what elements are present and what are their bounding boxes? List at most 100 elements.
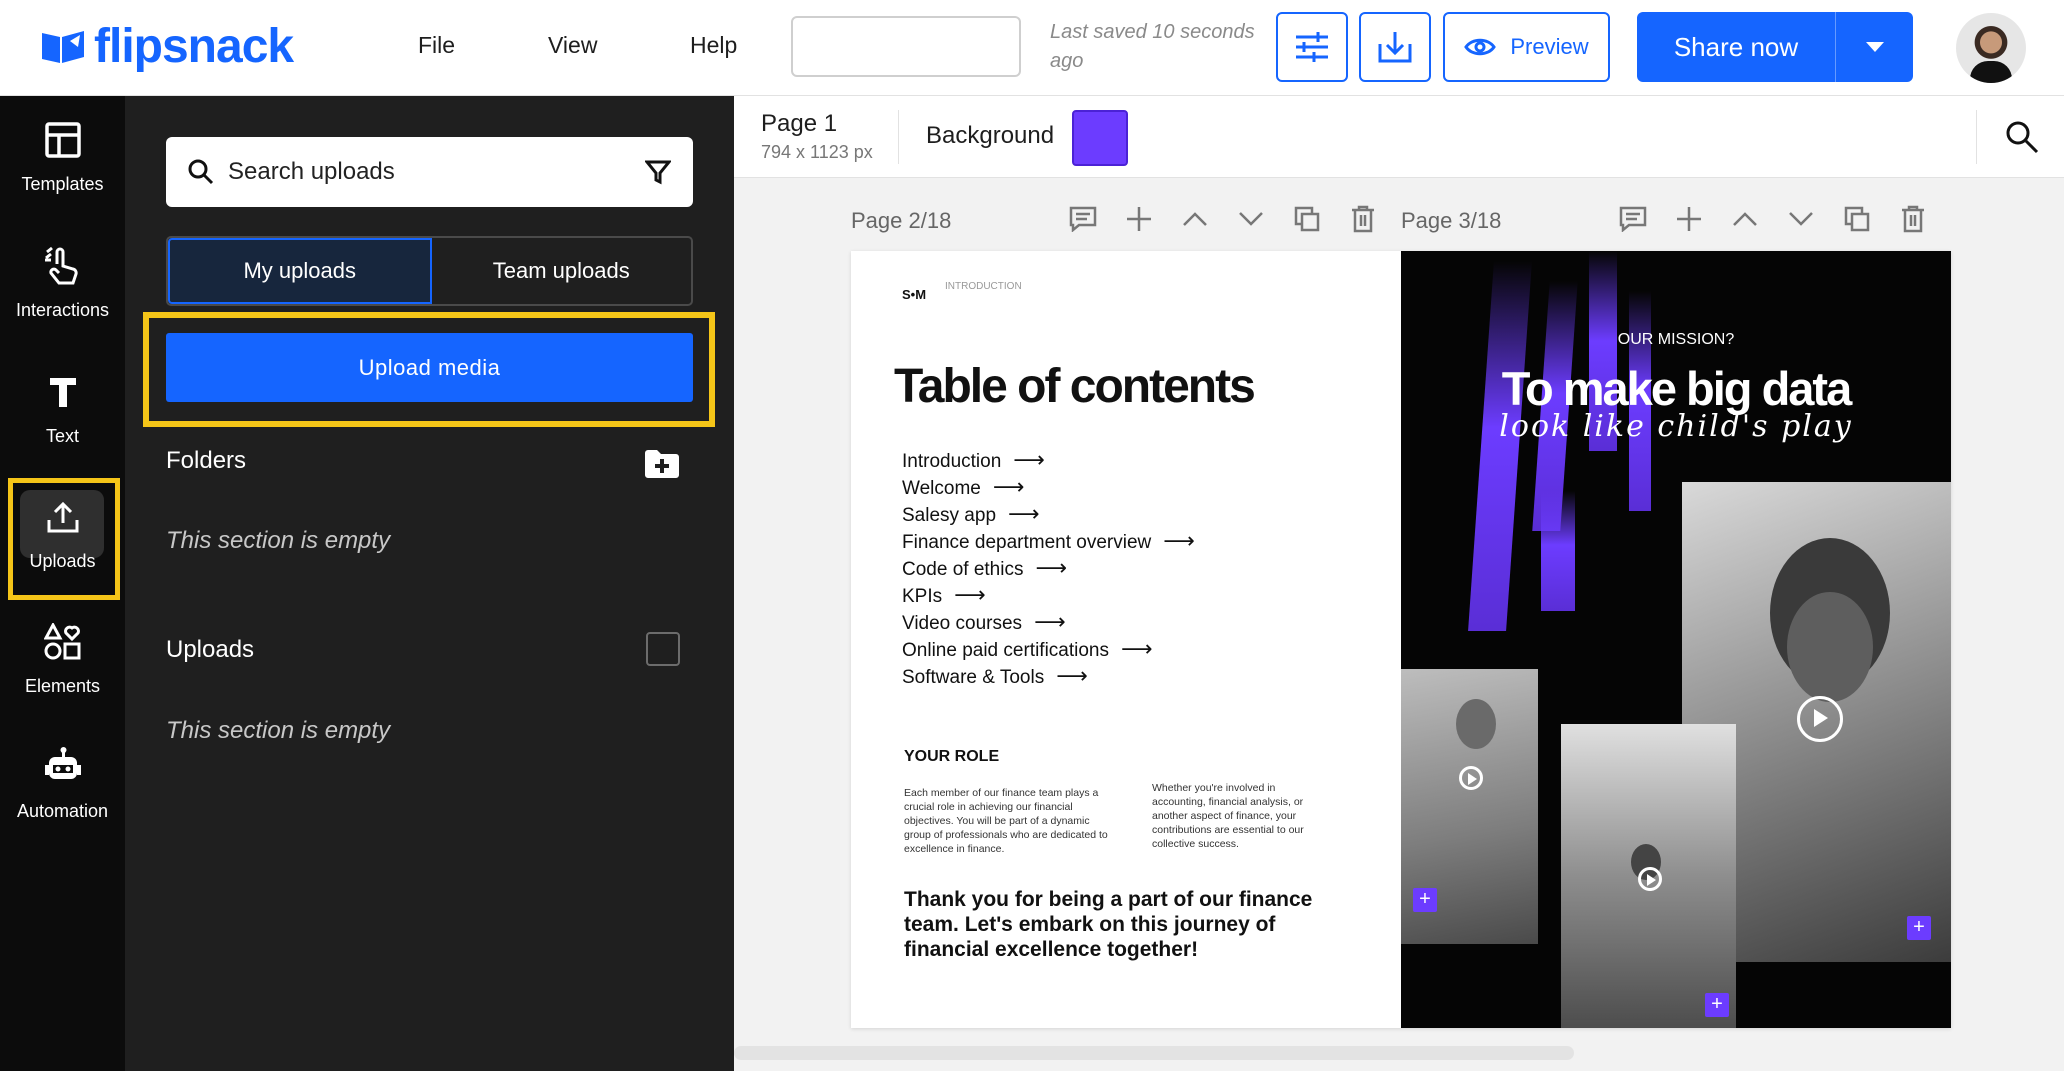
page-3[interactable]: OUR MISSION? To make big data look like …: [1401, 251, 1951, 1028]
download-button[interactable]: [1359, 12, 1431, 82]
move-down-button[interactable]: [1234, 202, 1268, 236]
divider: [898, 110, 899, 164]
preview-button[interactable]: Preview: [1443, 12, 1610, 82]
add-page-icon: [1127, 207, 1151, 231]
add-folder-icon: [645, 450, 679, 478]
logo-text: flipsnack: [94, 19, 294, 73]
flipsnack-logo[interactable]: flipsnack: [40, 19, 294, 73]
settings-button[interactable]: [1276, 12, 1348, 82]
share-now-label[interactable]: Share now: [1637, 12, 1836, 82]
menu-view[interactable]: View: [548, 32, 597, 59]
robot-icon: [41, 745, 85, 789]
rail-item-text[interactable]: Text: [0, 348, 125, 466]
toc-item[interactable]: Video courses ⟶: [902, 609, 1195, 636]
chevron-down-icon: [1865, 42, 1884, 52]
toc-item[interactable]: Finance department overview ⟶: [902, 528, 1195, 555]
page-3-tools: [1616, 202, 1930, 236]
rail-label: Automation: [16, 801, 109, 821]
move-up-button[interactable]: [1178, 202, 1212, 236]
toc-item[interactable]: Online paid certifications ⟶: [902, 636, 1195, 663]
left-rail: Templates Interactions Text Uploads Elem…: [0, 96, 125, 1071]
uploads-tabs: My uploads Team uploads: [166, 236, 693, 306]
delete-button[interactable]: [1896, 202, 1930, 236]
comment-icon: [1619, 206, 1647, 232]
background-color-swatch[interactable]: [1072, 110, 1128, 166]
elements-icon: [41, 620, 85, 664]
toc-item[interactable]: Salesy app ⟶: [902, 501, 1195, 528]
duplicate-icon: [1844, 206, 1870, 232]
purple-stripe: [1541, 491, 1575, 611]
duplicate-button[interactable]: [1840, 202, 1874, 236]
page-2-label: Page 2/18: [851, 208, 952, 233]
play-video-button[interactable]: [1638, 867, 1662, 891]
folders-empty-text: This section is empty: [166, 527, 391, 554]
duplicate-button[interactable]: [1290, 202, 1324, 236]
add-element-button[interactable]: +: [1705, 993, 1729, 1017]
save-status: Last saved 10 seconds ago: [1050, 21, 1255, 72]
brand-subtitle: INTRODUCTION: [945, 281, 1022, 292]
add-element-button[interactable]: +: [1907, 916, 1931, 940]
role-text-right[interactable]: Whether you're involved in accounting, f…: [1152, 781, 1322, 851]
preview-label: Preview: [1510, 34, 1589, 59]
menu-help[interactable]: Help: [690, 32, 737, 59]
mission-kicker[interactable]: OUR MISSION?: [1401, 331, 1951, 349]
mission-headline[interactable]: To make big data: [1401, 361, 1951, 416]
toc-item[interactable]: Welcome ⟶: [902, 474, 1195, 501]
arrow-right-icon: ⟶: [1035, 555, 1068, 580]
select-all-checkbox[interactable]: [646, 632, 680, 666]
top-bar: flipsnack File View Help Last saved 10 s…: [0, 0, 2064, 96]
filter-icon[interactable]: [645, 159, 671, 185]
search-button[interactable]: [2005, 120, 2039, 159]
share-options-dropdown[interactable]: [1836, 12, 1913, 82]
mission-script[interactable]: look like child's play: [1401, 409, 1951, 444]
search-uploads-placeholder[interactable]: Search uploads: [228, 158, 645, 186]
role-title[interactable]: YOUR ROLE: [904, 748, 999, 766]
toc-item[interactable]: Code of ethics ⟶: [902, 555, 1195, 582]
horizontal-scrollbar[interactable]: [734, 1046, 1574, 1060]
user-avatar[interactable]: [1956, 13, 2026, 83]
avatar-shoulders: [1970, 61, 2012, 83]
play-video-button[interactable]: [1797, 696, 1843, 742]
menu-file[interactable]: File: [418, 32, 455, 59]
thanks-text[interactable]: Thank you for being a part of our financ…: [904, 887, 1344, 962]
comment-button[interactable]: [1066, 202, 1100, 236]
search-uploads-field[interactable]: Search uploads: [166, 137, 693, 207]
arrow-right-icon: ⟶: [1008, 501, 1040, 526]
role-text-left[interactable]: Each member of our finance team plays a …: [904, 786, 1114, 856]
brand-mark: S•M: [902, 287, 927, 302]
arrow-right-icon: ⟶: [1121, 636, 1153, 661]
arrow-right-icon: ⟶: [954, 582, 986, 607]
comment-button[interactable]: [1616, 202, 1650, 236]
share-now-button[interactable]: Share now: [1637, 12, 1913, 82]
page-2[interactable]: S•M INTRODUCTION Table of contents Intro…: [851, 251, 1401, 1028]
rail-item-elements[interactable]: Elements: [0, 598, 125, 716]
page-spread[interactable]: S•M INTRODUCTION Table of contents Intro…: [851, 251, 1951, 1028]
toc-title[interactable]: Table of contents: [894, 359, 1256, 414]
rail-item-automation[interactable]: Automation: [0, 723, 125, 841]
play-video-button[interactable]: [1459, 766, 1483, 790]
text-icon: [41, 370, 85, 414]
add-page-button[interactable]: [1672, 202, 1706, 236]
rail-label: Text: [45, 426, 79, 446]
download-icon: [1378, 32, 1412, 63]
tab-my-uploads[interactable]: My uploads: [168, 238, 432, 304]
rail-item-uploads[interactable]: Uploads: [0, 473, 125, 591]
tab-team-uploads[interactable]: Team uploads: [432, 238, 692, 304]
rail-item-templates[interactable]: Templates: [0, 96, 125, 214]
rail-item-interactions[interactable]: Interactions: [0, 222, 125, 340]
uploads-panel: Search uploads My uploads Team uploads U…: [125, 96, 734, 1071]
search-icon: [188, 159, 214, 185]
toc-item[interactable]: KPIs ⟶: [902, 582, 1195, 609]
upload-media-button[interactable]: Upload media: [166, 333, 693, 402]
woman-face: [1456, 699, 1496, 749]
move-up-button[interactable]: [1728, 202, 1762, 236]
delete-button[interactable]: [1346, 202, 1380, 236]
flipbook-title-input[interactable]: [791, 16, 1021, 77]
add-element-button[interactable]: +: [1413, 888, 1437, 912]
move-down-button[interactable]: [1784, 202, 1818, 236]
toc-item[interactable]: Software & Tools ⟶: [902, 663, 1195, 690]
toc-list[interactable]: Introduction ⟶ Welcome ⟶ Salesy app ⟶ Finan…: [902, 447, 1195, 690]
toc-item[interactable]: Introduction ⟶: [902, 447, 1195, 474]
add-page-button[interactable]: [1122, 202, 1156, 236]
new-folder-button[interactable]: [644, 449, 680, 479]
